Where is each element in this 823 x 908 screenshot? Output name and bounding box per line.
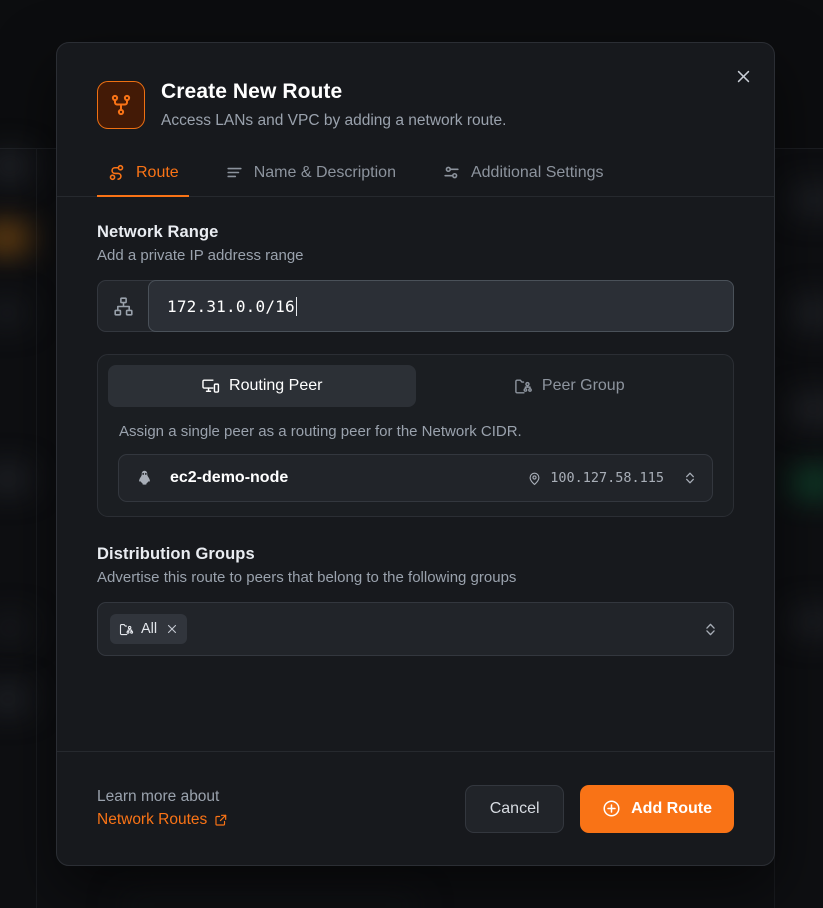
modal-body: Network Range Add a private IP address r…: [57, 197, 774, 656]
routing-peer-select[interactable]: ec2-demo-node 100.127.58.115: [118, 454, 713, 502]
routing-peer-name: ec2-demo-node: [170, 469, 527, 487]
backdrop-blur-blob: [0, 620, 30, 636]
distribution-groups-title: Distribution Groups: [97, 545, 734, 564]
modal-header: Create New Route Access LANs and VPC by …: [57, 43, 774, 131]
tab-name-description[interactable]: Name & Description: [215, 157, 406, 196]
backdrop-blur-blob: [120, 898, 420, 908]
distribution-groups-chips: All: [110, 614, 684, 644]
create-route-modal: Create New Route Access LANs and VPC by …: [56, 42, 775, 866]
network-range-field: 172.31.0.0/16: [97, 280, 734, 332]
segment-peer-group[interactable]: Peer Group: [416, 365, 724, 407]
backdrop-blur-blob: [791, 612, 823, 632]
backdrop-blur-blob: [791, 190, 823, 210]
segment-peer-group-label: Peer Group: [542, 377, 625, 395]
backdrop-blur-blob: [0, 690, 30, 708]
tab-route[interactable]: Route: [97, 157, 189, 196]
tab-additional-settings-label: Additional Settings: [471, 164, 604, 182]
backdrop-blur-blob: [0, 155, 30, 177]
sliders-icon: [442, 163, 461, 182]
group-chip-label: All: [141, 621, 157, 637]
linux-penguin-icon: [135, 469, 154, 488]
routing-peer-ip: 100.127.58.115: [527, 470, 664, 486]
modal-footer: Learn more about Network Routes Cancel A…: [57, 751, 774, 865]
route-node-icon: [97, 81, 145, 129]
route-icon: [107, 163, 126, 182]
close-icon: [166, 623, 178, 635]
group-chip-remove-button[interactable]: [166, 623, 178, 635]
text-caret: [296, 297, 297, 316]
cancel-button[interactable]: Cancel: [465, 785, 564, 833]
page-subtitle: Access LANs and VPC by adding a network …: [161, 111, 507, 131]
folder-group-icon: [119, 622, 134, 637]
tab-additional-settings[interactable]: Additional Settings: [432, 157, 614, 196]
peer-type-toggle: Routing Peer Peer Group: [108, 365, 723, 407]
group-chip[interactable]: All: [110, 614, 187, 644]
distribution-groups-section: Distribution Groups Advertise this route…: [97, 545, 734, 656]
add-route-button-label: Add Route: [631, 800, 712, 818]
tab-name-description-label: Name & Description: [254, 164, 396, 182]
close-icon: [735, 68, 752, 85]
network-routes-link[interactable]: Network Routes: [97, 809, 228, 831]
add-route-button[interactable]: Add Route: [580, 785, 734, 833]
backdrop-blur-blob: [0, 470, 30, 488]
distribution-groups-subtitle: Advertise this route to peers that belon…: [97, 569, 734, 586]
network-range-value: 172.31.0.0/16: [167, 297, 295, 316]
external-link-icon: [214, 813, 228, 827]
page-title: Create New Route: [161, 79, 507, 105]
network-range-section: Network Range Add a private IP address r…: [97, 223, 734, 332]
network-range-title: Network Range: [97, 223, 734, 242]
backdrop-blur-blob: [791, 472, 823, 494]
close-button[interactable]: [728, 61, 758, 91]
network-range-subtitle: Add a private IP address range: [97, 247, 734, 264]
map-pin-icon: [527, 471, 542, 486]
learn-more-block: Learn more about Network Routes: [97, 786, 465, 831]
backdrop-divider-left: [36, 148, 37, 908]
modal-tabs: Route Name & Description Additional Sett…: [57, 157, 774, 197]
lines-icon: [225, 163, 244, 182]
backdrop-blur-blob: [791, 300, 823, 326]
network-hierarchy-icon: [98, 281, 148, 331]
distribution-groups-select[interactable]: All: [97, 602, 734, 656]
routing-peer-hint: Assign a single peer as a routing peer f…: [119, 423, 723, 440]
routing-peer-card: Routing Peer Peer Group Assign a single …: [97, 354, 734, 517]
backdrop-blur-blob: [0, 305, 26, 321]
segment-routing-peer-label: Routing Peer: [229, 377, 322, 395]
chevron-updown-icon[interactable]: [682, 470, 698, 486]
learn-more-text: Learn more about: [97, 786, 465, 808]
network-range-input[interactable]: 172.31.0.0/16: [148, 280, 734, 332]
network-routes-link-label: Network Routes: [97, 809, 207, 831]
modal-header-text: Create New Route Access LANs and VPC by …: [161, 79, 507, 131]
chevron-updown-icon[interactable]: [702, 621, 719, 638]
devices-icon: [201, 377, 220, 396]
backdrop-blur-blob: [0, 228, 30, 248]
routing-peer-ip-value: 100.127.58.115: [550, 470, 664, 486]
segment-routing-peer[interactable]: Routing Peer: [108, 365, 416, 407]
folder-group-icon: [514, 377, 533, 396]
backdrop-blur-blob: [789, 400, 823, 418]
plus-circle-icon: [602, 799, 621, 818]
tab-route-label: Route: [136, 164, 179, 182]
